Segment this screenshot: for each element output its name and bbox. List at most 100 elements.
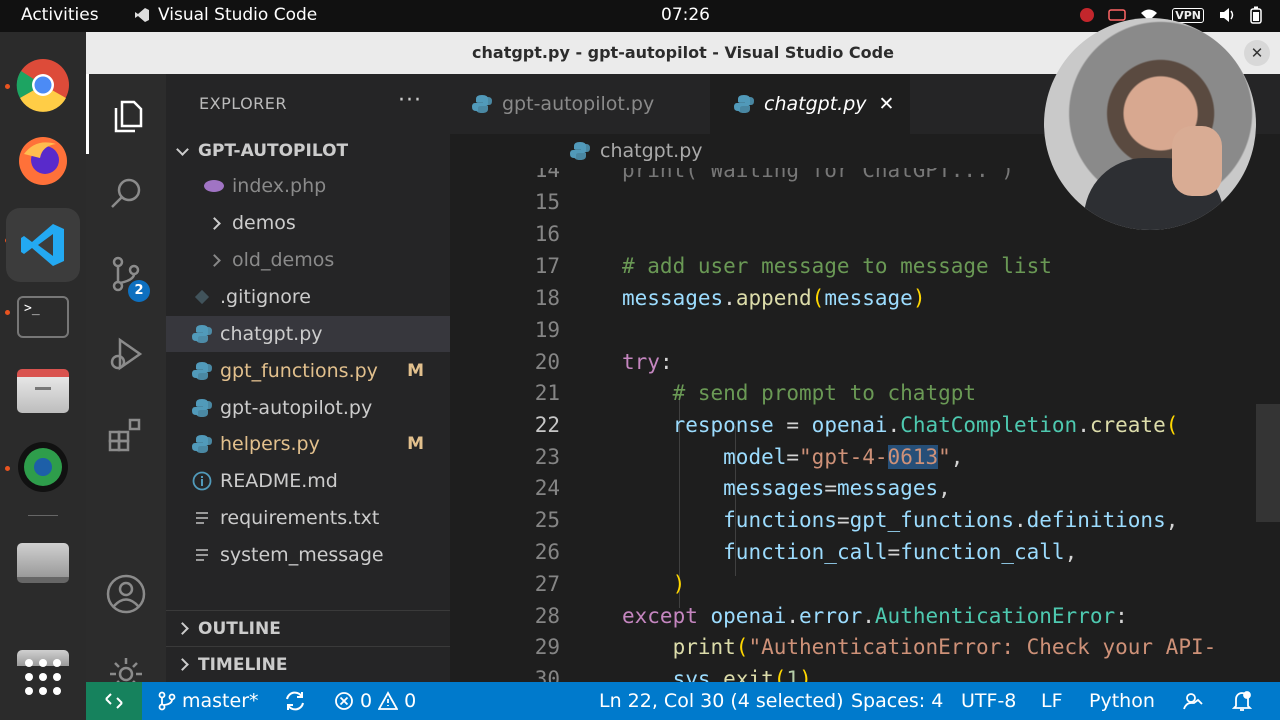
folder-item-demos[interactable]: demos (166, 205, 450, 241)
vpn-indicator[interactable]: VPN (1172, 7, 1204, 23)
file-item-requirements-txt[interactable]: requirements.txt (166, 500, 450, 536)
firefox-icon[interactable] (14, 132, 72, 190)
file-label: README.md (220, 470, 338, 492)
system-top-bar: Activities Visual Studio Code 07:26 VPN (0, 0, 1280, 32)
feedback-icon[interactable] (1182, 682, 1204, 720)
encoding-status[interactable]: UTF-8 (961, 682, 1016, 720)
clock[interactable]: 07:26 (661, 5, 710, 25)
file-item-gpt-autopilot-py[interactable]: gpt-autopilot.py (166, 390, 450, 426)
keyboard-indicator-icon[interactable] (1108, 8, 1126, 22)
window-close-button[interactable]: ✕ (1244, 40, 1270, 66)
root-folder-label: GPT-AUTOPILOT (198, 141, 349, 161)
file-item-helpers-py[interactable]: helpers.py M (166, 426, 450, 462)
file-label: gpt-autopilot.py (220, 397, 373, 419)
chevron-right-icon (202, 216, 226, 230)
file-item-chatgpt-py[interactable]: chatgpt.py (166, 316, 450, 352)
editor-scrollbar[interactable] (1256, 404, 1280, 522)
file-item-readme-md[interactable]: README.md (166, 463, 450, 499)
text-file-icon (190, 547, 214, 563)
window-title: chatgpt.py - gpt-autopilot - Visual Stud… (472, 43, 894, 62)
file-label: .gitignore (220, 286, 311, 308)
problems-status[interactable]: 0 0 (334, 682, 416, 720)
app-menu[interactable]: Visual Studio Code (134, 5, 317, 25)
line-number: 28 (534, 604, 560, 628)
dock-separator (28, 515, 58, 516)
accounts-activity-icon[interactable] (86, 554, 166, 634)
file-item-gitignore[interactable]: .gitignore (166, 279, 450, 315)
python-icon (190, 361, 214, 381)
vscode-small-icon (135, 8, 149, 22)
language-mode[interactable]: Python (1089, 682, 1155, 720)
file-label: helpers.py (220, 433, 320, 455)
branch-status[interactable]: master* (158, 682, 259, 720)
code-line: # send prompt to chatgpt (672, 381, 977, 405)
vscode-icon[interactable] (6, 208, 80, 282)
warning-icon (378, 691, 399, 710)
show-apps-grid-icon[interactable] (14, 648, 72, 706)
status-bar: master* 0 0 Ln 22, Col 30 (4 selected) S… (86, 682, 1280, 720)
activities-button[interactable]: Activities (21, 5, 99, 25)
line-number: 26 (534, 540, 560, 564)
tab-gpt-autopilot-py[interactable]: gpt-autopilot.py (450, 74, 710, 134)
drive-icon[interactable] (14, 534, 72, 592)
branch-name: master* (182, 690, 259, 712)
eol-status[interactable]: LF (1041, 682, 1063, 720)
source-control-activity-icon[interactable]: 2 (86, 234, 166, 314)
php-icon (202, 178, 226, 194)
battery-icon[interactable] (1250, 6, 1262, 24)
code-line: try: (622, 350, 673, 374)
tab-label: gpt-autopilot.py (502, 93, 655, 115)
file-label: requirements.txt (220, 507, 380, 529)
python-icon (190, 398, 214, 418)
file-item-gpt-functions-py[interactable]: gpt_functions.py M (166, 353, 450, 389)
modified-badge: M (407, 361, 424, 381)
line-number: 16 (534, 222, 560, 246)
files-icon[interactable] (14, 362, 72, 420)
webcam-overlay (1044, 18, 1256, 230)
code-editor[interactable]: 14 15 16 17 18 19 20 21 22 23 24 25 26 27 28 29 30 print… (450, 168, 1280, 682)
search-activity-icon[interactable] (86, 154, 166, 234)
record-indicator-icon[interactable] (1080, 8, 1095, 22)
cursor-position[interactable]: Ln 22, Col 30 (4 selected) (599, 682, 844, 720)
activity-bar: 2 1 (86, 74, 166, 704)
code-line: response = openai.ChatCompletion.create( (672, 413, 1179, 437)
explorer-activity-icon[interactable] (86, 74, 166, 154)
tab-chatgpt-py[interactable]: chatgpt.py ✕ (710, 74, 910, 134)
code-line: sys.exit(1) (672, 667, 812, 682)
globe-app-icon[interactable] (14, 438, 72, 496)
git-icon (190, 289, 214, 305)
line-number: 21 (534, 381, 560, 405)
more-actions-icon[interactable]: ··· (398, 88, 422, 113)
line-number: 27 (534, 572, 560, 596)
folder-item-old-demos[interactable]: old_demos (166, 242, 450, 278)
explorer-root-folder[interactable]: GPT-AUTOPILOT (166, 133, 450, 169)
chevron-down-icon (175, 142, 189, 156)
line-number: 23 (534, 445, 560, 469)
file-item-index-php[interactable]: index.php (166, 168, 450, 204)
line-number: 24 (534, 476, 560, 500)
run-debug-activity-icon[interactable] (86, 314, 166, 394)
line-number: 30 (534, 667, 560, 682)
line-number: 29 (534, 635, 560, 659)
warning-count: 0 (404, 690, 417, 712)
sync-icon (286, 691, 304, 711)
explorer-title: EXPLORER (199, 94, 287, 113)
tab-close-icon[interactable]: ✕ (879, 93, 895, 115)
notifications-bell-icon[interactable] (1232, 682, 1252, 720)
file-label: index.php (232, 175, 327, 197)
sync-button[interactable] (284, 682, 306, 720)
timeline-section[interactable]: TIMELINE (166, 646, 450, 682)
chrome-icon[interactable] (14, 56, 72, 114)
extensions-activity-icon[interactable] (86, 394, 166, 474)
terminal-icon[interactable]: >_ (14, 288, 72, 346)
code-line: ) (672, 572, 686, 596)
file-item-system-message[interactable]: system_message (166, 537, 450, 573)
file-label: chatgpt.py (220, 323, 323, 345)
timeline-label: TIMELINE (198, 654, 288, 675)
remote-indicator-icon[interactable] (86, 682, 142, 720)
indentation-status[interactable]: Spaces: 4 (851, 682, 943, 720)
code-line: model="gpt-4-0613", (723, 445, 964, 469)
app-name-label: Visual Studio Code (158, 5, 318, 25)
outline-section[interactable]: OUTLINE (166, 610, 450, 646)
volume-icon[interactable] (1218, 7, 1236, 23)
